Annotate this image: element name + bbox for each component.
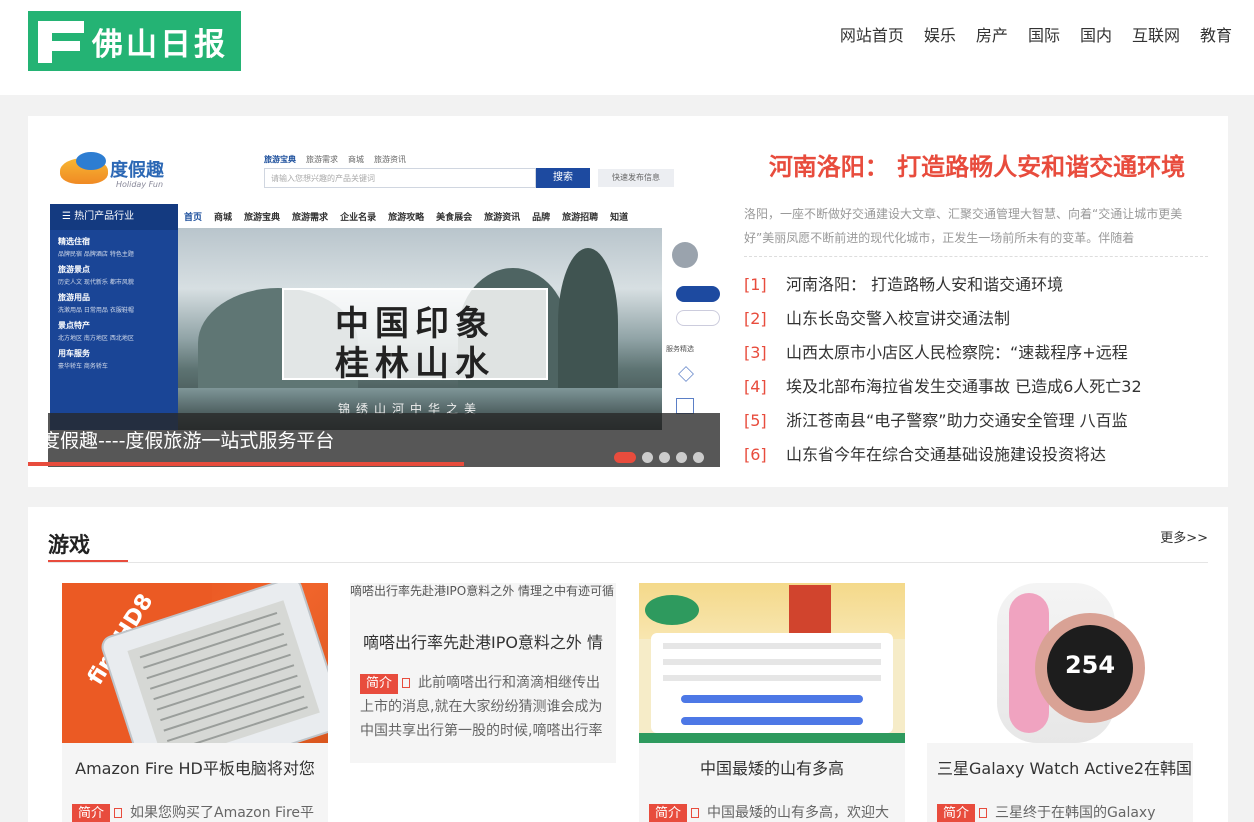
article-thumbnail[interactable]: fire HD8	[62, 583, 328, 743]
more-link[interactable]: 更多>>	[1160, 527, 1208, 546]
list-item[interactable]: [2] 山东长岛交警入校宣讲交通法制	[744, 306, 1208, 340]
slide-site-logo: 度假趣 Holiday Fun	[58, 148, 178, 192]
slide-title[interactable]: 度假趣----度假旅游一站式服务平台	[41, 428, 334, 454]
slide-progress-bar	[28, 462, 464, 466]
nav-item-education[interactable]: 教育	[1200, 24, 1232, 48]
slide-site-search-button: 搜索	[536, 168, 590, 188]
article-desc: 简介 此前嘀嗒出行和滴滴相继传出上市的消息,就在大家纷纷猜测谁会成为中国共享出行第…	[360, 674, 603, 739]
slide-site-menu: 首页 商城 旅游宝典 旅游需求 企业名录 旅游攻略 美食展会 旅游资讯 品牌 旅…	[184, 213, 629, 223]
article-desc: 简介 中国最矮的山有多高，欢迎大	[649, 801, 895, 822]
intro-tag: 简介	[360, 674, 399, 694]
slide-banner-photo: 中国印象 桂林山水 锦绣山河中华之美	[178, 228, 662, 430]
article-card[interactable]: 254 三星Galaxy Watch Active2在韩国 简介 三星终于在韩国的…	[927, 583, 1193, 822]
article-title[interactable]: Amazon Fire HD平板电脑将对您	[62, 755, 328, 779]
logo-text: 佛山日报	[92, 26, 228, 63]
nav-item-domestic[interactable]: 国内	[1080, 24, 1112, 48]
site-logo[interactable]: 佛山日报	[28, 11, 241, 71]
nav-item-realestate[interactable]: 房产	[976, 24, 1008, 48]
list-item[interactable]: [6] 山东省今年在综合交通基础设施建设投资将达	[744, 442, 1208, 476]
list-item[interactable]: [5] 浙江苍南县“电子警察”助力交通安全管理 八百监	[744, 408, 1208, 442]
intro-tag: 简介	[72, 804, 111, 822]
games-section: 游戏 更多>> fire HD8 Amazon Fire HD平板电脑将对您 简…	[28, 507, 1228, 822]
article-thumbnail[interactable]: 254	[927, 583, 1193, 743]
image-slider[interactable]: 度假趣 Holiday Fun 旅游宝典 旅游需求 商城 旅游资讯 请输入您想兴…	[48, 134, 720, 467]
slider-dot[interactable]	[659, 452, 670, 463]
divider	[48, 562, 1208, 563]
headline-title[interactable]: 河南洛阳： 打造路畅人安和谐交通环境	[744, 150, 1210, 184]
slide-site-tabs: 旅游宝典 旅游需求 商城 旅游资讯	[264, 155, 406, 164]
section-title: 游戏	[48, 533, 90, 557]
intro-tag: 简介	[937, 804, 976, 822]
main-nav: 网站首页 娱乐 房产 国际 国内 互联网 教育	[820, 24, 1232, 48]
nav-item-international[interactable]: 国际	[1028, 24, 1060, 48]
article-card[interactable]: 嘀嗒出行率先赴港IPO意料之外 情理之中有迹可循 嘀嗒出行率先赴港IPO意料之外…	[350, 583, 616, 763]
site-header: 佛山日报 网站首页 娱乐 房产 国际 国内 互联网 教育	[0, 0, 1254, 95]
article-desc: 简介 如果您购买了Amazon Fire平	[72, 801, 318, 822]
slide-site-search: 请输入您想兴趣的产品关键词	[264, 168, 536, 188]
nav-item-home[interactable]: 网站首页	[840, 24, 904, 48]
nav-item-internet[interactable]: 互联网	[1132, 24, 1180, 48]
slider-dot[interactable]	[693, 452, 704, 463]
intro-tag: 简介	[649, 804, 688, 822]
slide-site-publish-button: 快速发布信息	[598, 169, 674, 187]
list-item[interactable]: [3] 山西太原市小店区人民检察院：“速裁程序+远程	[744, 340, 1208, 374]
broken-image-alt[interactable]: 嘀嗒出行率先赴港IPO意料之外 情理之中有迹可循	[350, 583, 616, 599]
article-thumbnail[interactable]	[639, 583, 905, 743]
logo-f-icon	[28, 11, 86, 71]
article-title[interactable]: 嘀嗒出行率先赴港IPO意料之外 情	[350, 629, 616, 653]
slider-pagination	[614, 452, 704, 463]
article-card[interactable]: fire HD8 Amazon Fire HD平板电脑将对您 简介 如果您购买了A…	[62, 583, 328, 822]
section-title-underline	[48, 560, 128, 562]
slider-dot[interactable]	[676, 452, 687, 463]
news-list: [1] 河南洛阳： 打造路畅人安和谐交通环境 [2] 山东长岛交警入校宣讲交通法制 …	[744, 272, 1208, 476]
headline-summary: 洛阳，一座不断做好交通建设大文章、汇聚交通管理大智慧、向着“交通让城市更美好”美…	[744, 207, 1183, 245]
slide-site-categories: ☰ 热门产品行业 精选住宿 品牌民宿 品牌酒店 特色主题 旅游景点 历史人文 现代新…	[50, 204, 178, 430]
featured-panel: 度假趣 Holiday Fun 旅游宝典 旅游需求 商城 旅游资讯 请输入您想兴…	[28, 116, 1228, 487]
divider	[744, 256, 1208, 257]
article-title[interactable]: 三星Galaxy Watch Active2在韩国	[927, 755, 1193, 779]
article-desc: 简介 三星终于在韩国的Galaxy	[937, 801, 1183, 822]
list-item[interactable]: [4] 埃及北部布海拉省发生交通事故 已造成6人死亡32	[744, 374, 1208, 408]
slide-site-sidebar: 服务精选	[666, 238, 720, 430]
slider-dot[interactable]	[614, 452, 636, 463]
nav-item-entertainment[interactable]: 娱乐	[924, 24, 956, 48]
list-item[interactable]: [1] 河南洛阳： 打造路畅人安和谐交通环境	[744, 272, 1208, 306]
article-title[interactable]: 中国最矮的山有多高	[639, 755, 905, 779]
slider-dot[interactable]	[642, 452, 653, 463]
article-card[interactable]: 中国最矮的山有多高 简介 中国最矮的山有多高，欢迎大	[639, 583, 905, 822]
slide-banner-textbox: 中国印象 桂林山水	[282, 288, 548, 384]
